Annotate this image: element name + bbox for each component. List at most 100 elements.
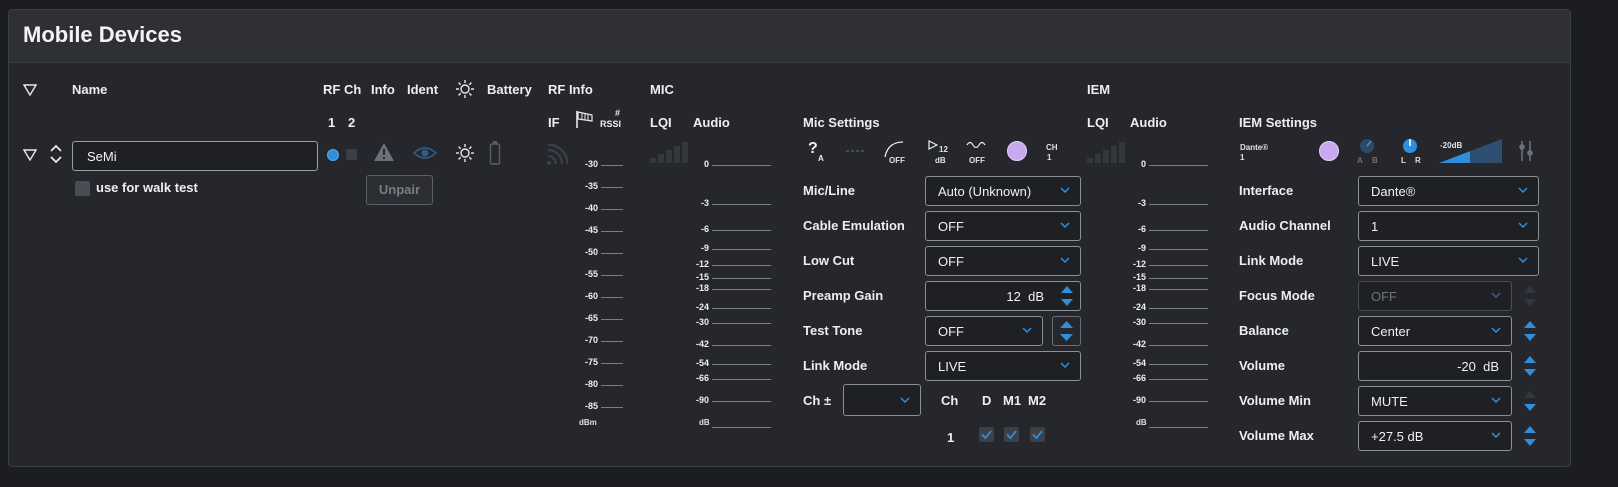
scale-tick [712,165,771,166]
balance-select[interactable]: Center [1358,316,1512,346]
rf-ch-1-label: 1 [328,115,336,130]
volume-stepper[interactable] [1520,351,1540,381]
chevron-down-icon [1518,187,1528,194]
volume-value: -20 dB [1457,359,1499,374]
scale-tick [1149,249,1208,250]
balance-stepper[interactable] [1520,316,1540,346]
scale-label: -24 [1132,302,1146,312]
scale-tick [712,401,771,402]
focus-mode-select[interactable]: OFF [1358,281,1512,311]
device-name-field[interactable] [72,141,318,171]
identify-eye-icon[interactable] [413,145,437,161]
scale-tick [601,341,623,342]
scale-label: -30 [695,317,709,327]
sort-handle-icon[interactable] [49,143,63,165]
focus-mode-label: Focus Mode [1239,288,1315,303]
scale-tick [712,323,771,324]
mic-ch-num: 1 [1047,153,1052,162]
chevron-down-icon [1491,397,1501,404]
scale-tick [601,385,623,386]
scale-tick [601,275,623,276]
scale-tick [1149,230,1208,231]
mic-audio-level-bar [712,427,771,428]
chevron-down-icon [1491,432,1501,439]
cable-emulation-select[interactable]: OFF [925,211,1081,241]
scale-tick [712,308,771,309]
chevron-down-icon [900,397,910,404]
scale-label: -80 [584,379,598,389]
scale-label: -90 [1132,395,1146,405]
mic-link-mode-value: LIVE [938,359,967,374]
eq-settings-icon[interactable] [1518,139,1538,163]
cable-emulation-label: Cable Emulation [803,218,905,233]
scale-label: -60 [584,291,598,301]
scale-label: -42 [695,339,709,349]
mic-link-mode-label: Link Mode [803,358,868,373]
volume-min-label: Volume Min [1239,393,1311,408]
interface-select[interactable]: Dante® [1358,176,1539,206]
if-label: IF [548,115,560,130]
volume-max-stepper[interactable] [1520,421,1540,451]
ch-pm-label: Ch ± [803,393,832,408]
m2-checkbox[interactable] [1030,427,1045,442]
mic-led-icon [1007,141,1027,161]
mic-audio-label: Audio [693,115,730,130]
cable-emulation-value: OFF [938,219,964,234]
scale-label: 0 [1140,159,1146,169]
scale-label: -35 [584,181,598,191]
scale-tick [601,407,623,408]
scale-label: -42 [1132,339,1146,349]
volume-min-stepper[interactable] [1520,386,1540,416]
volume-max-value: +27.5 dB [1371,429,1424,444]
iem-audio-level-bar [1149,427,1208,428]
warning-icon[interactable] [373,142,395,162]
audio-channel-value: 1 [1371,219,1379,234]
audio-channel-select[interactable]: 1 [1358,211,1539,241]
walk-test-checkbox[interactable] [75,181,90,196]
volume-min-select[interactable]: MUTE [1358,386,1512,416]
mic-link-mode-select[interactable]: LIVE [925,351,1081,381]
test-tone-stepper[interactable] [1052,316,1081,346]
collapse-all-icon[interactable] [23,84,37,96]
unpair-button[interactable]: Unpair [366,175,433,205]
page-title: Mobile Devices [23,22,182,47]
scale-label: -3 [1137,198,1146,208]
preamp-gain-input[interactable]: 12 dB [925,281,1081,311]
scale-tick [1149,289,1208,290]
scale-label: -6 [700,224,709,234]
d-header: D [982,393,992,408]
scale-tick [1149,265,1208,266]
mic-line-label: Mic/Line [803,183,856,198]
lr-r-label: R [1415,156,1421,165]
iem-settings-label: IEM Settings [1239,115,1318,130]
rf-ch-2-label: 2 [348,115,356,130]
mic-line-select[interactable]: Auto (Unknown) [925,176,1081,206]
col-name[interactable]: Name [72,82,107,97]
interface-label: Interface [1239,183,1294,198]
low-cut-select[interactable]: OFF [925,246,1081,276]
device-name-input[interactable] [85,148,309,165]
d-checkbox[interactable] [979,427,994,442]
ch-pm-select[interactable] [843,384,921,416]
chevron-down-icon [1060,257,1070,264]
chevron-down-icon [1491,327,1501,334]
preamp-gain-stepper[interactable] [1056,281,1078,311]
device-brightness-icon[interactable] [455,143,475,163]
focus-mode-stepper[interactable] [1520,281,1540,311]
scale-label: -66 [1132,373,1146,383]
scale-tick [601,231,623,232]
m1-checkbox[interactable] [1004,427,1019,442]
volume-max-select[interactable]: +27.5 dB [1358,421,1512,451]
test-tone-select[interactable]: OFF [925,316,1043,346]
lr-l-label: L [1401,156,1406,165]
scale-label: -50 [584,247,598,257]
volume-input[interactable]: -20 dB [1358,351,1512,381]
gain-icon [928,140,938,150]
iem-link-mode-select[interactable]: LIVE [1358,246,1539,276]
scale-tick [712,249,771,250]
chevron-down-icon [1518,222,1528,229]
collapse-row-icon[interactable] [23,149,37,161]
scale-label: -54 [695,358,709,368]
scale-tick [1149,204,1208,205]
scale-label: -9 [700,243,709,253]
